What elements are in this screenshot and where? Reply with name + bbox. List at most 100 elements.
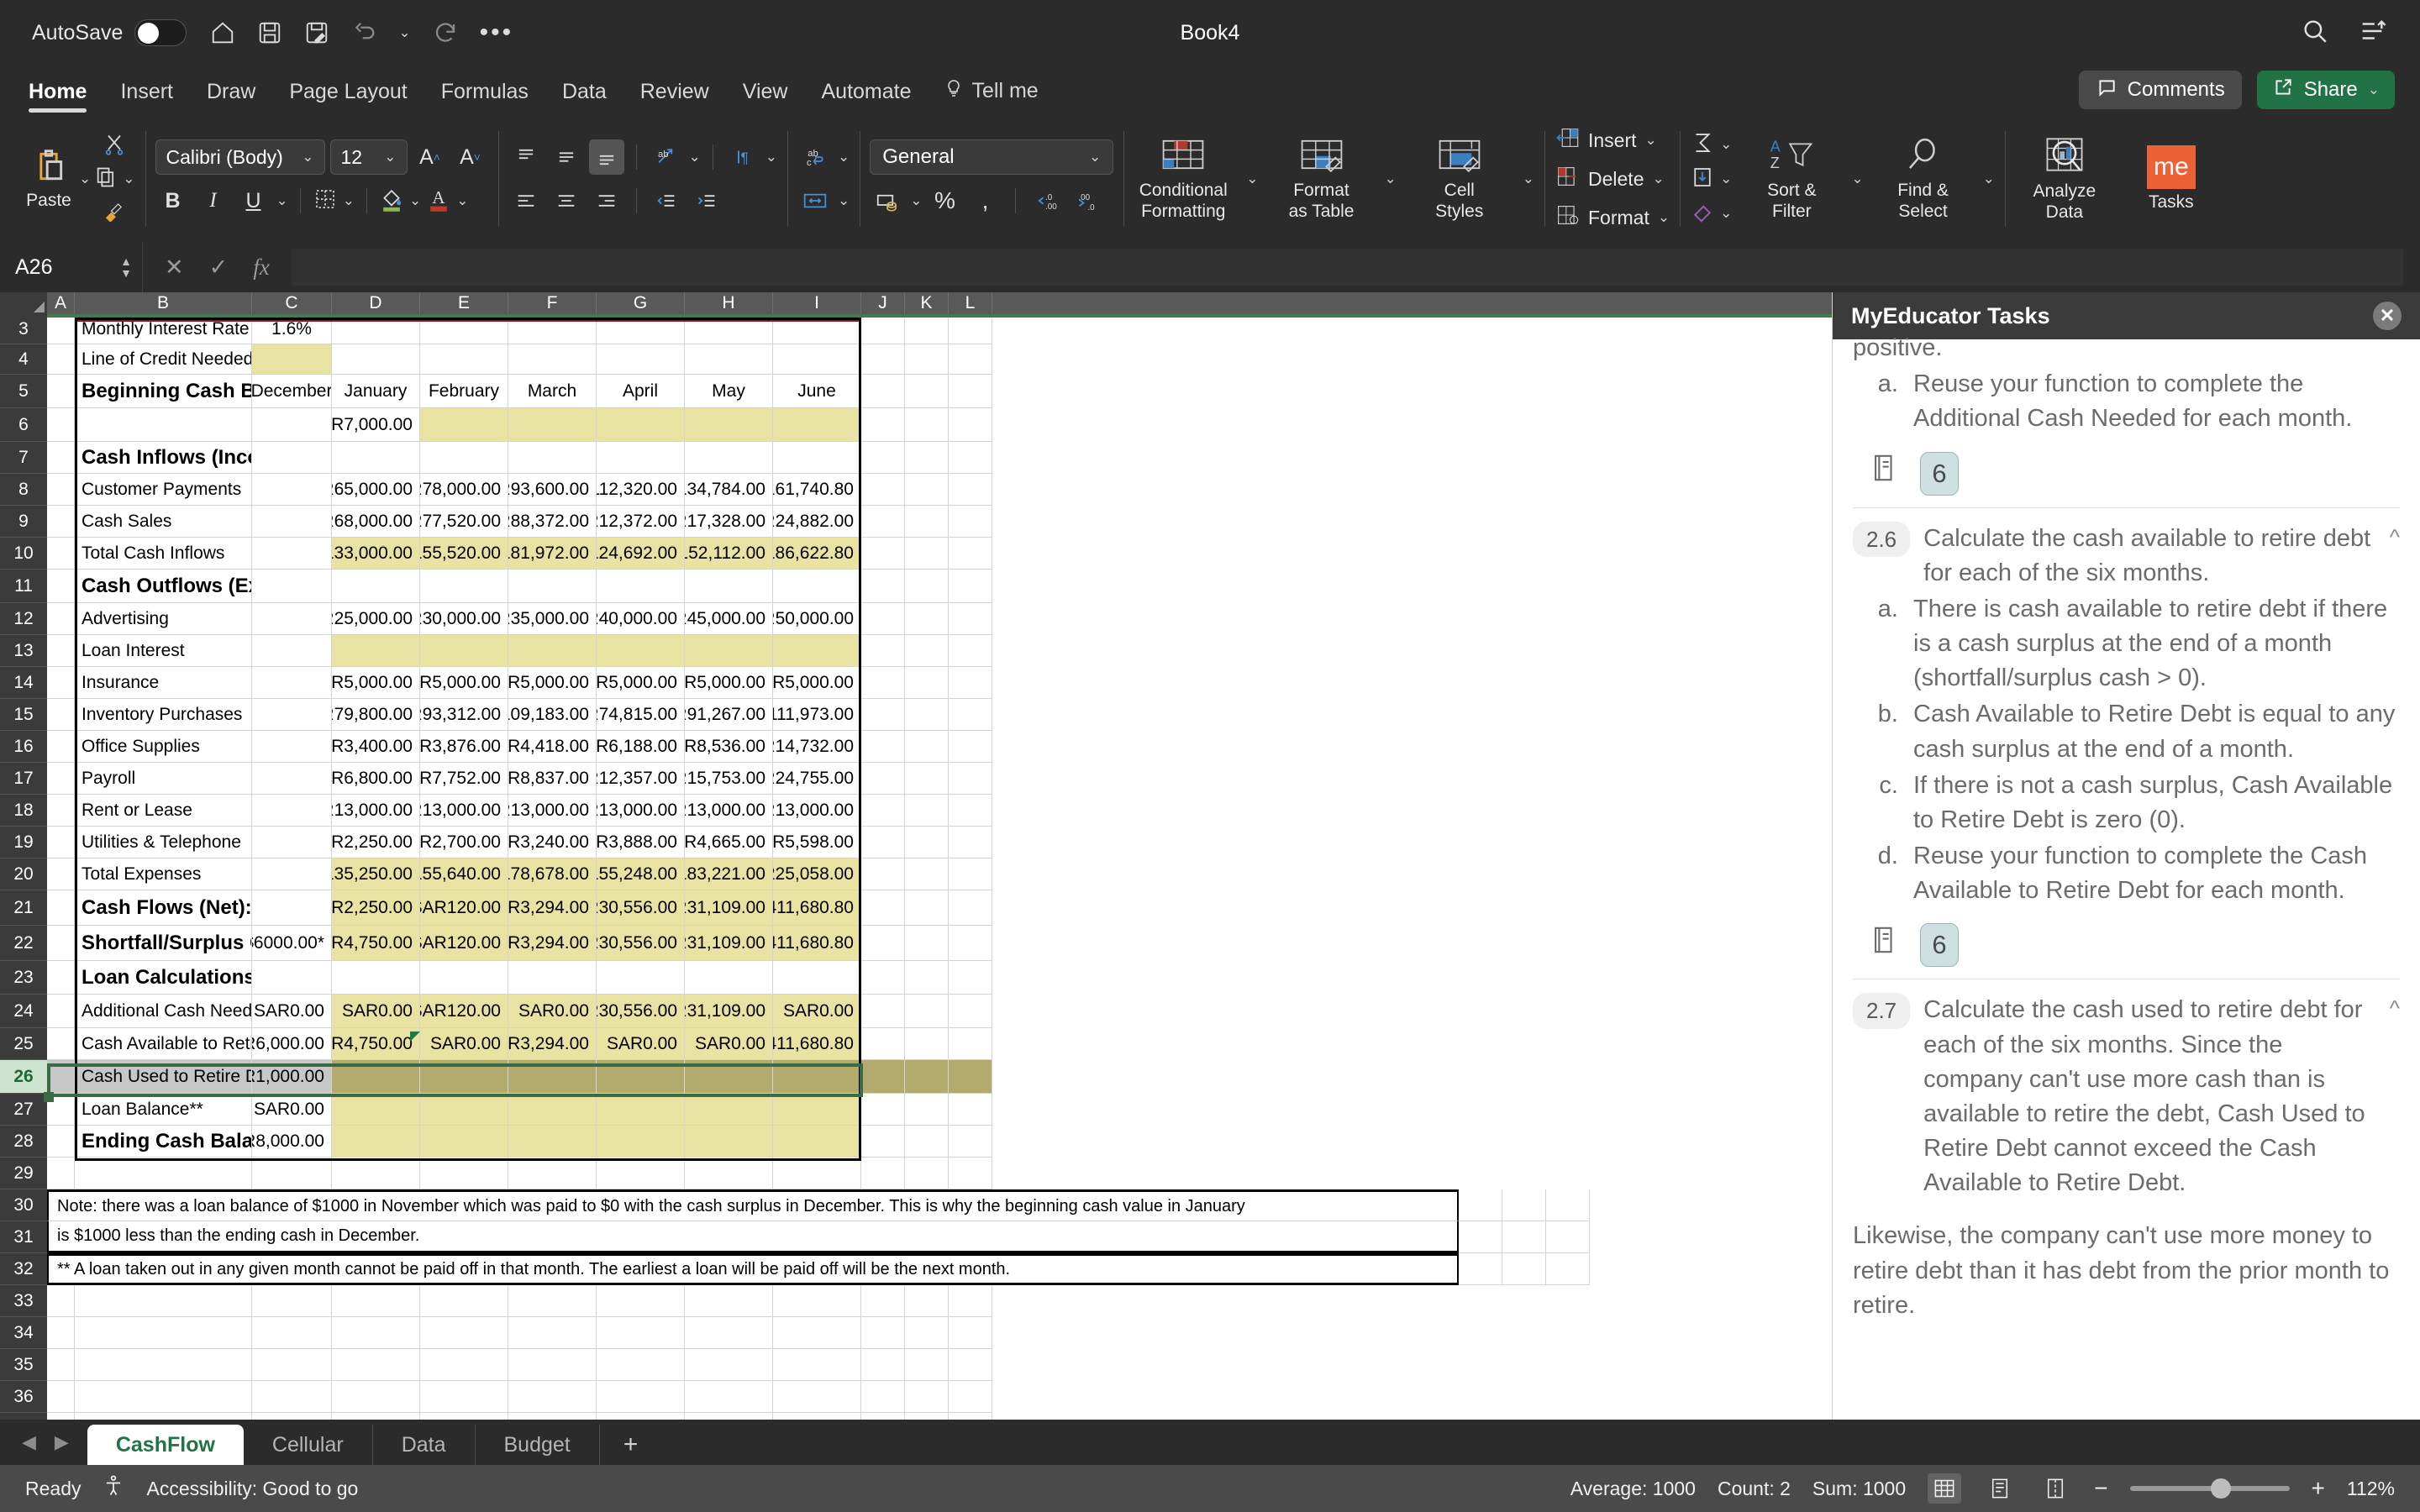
cell-empty[interactable] bbox=[1502, 1253, 1546, 1285]
clear-dropdown-icon[interactable]: ⌄ bbox=[1720, 205, 1732, 222]
cell-K11[interactable] bbox=[905, 570, 949, 603]
font-size-select[interactable]: 12 ⌄ bbox=[329, 139, 408, 175]
cell-H13[interactable] bbox=[685, 635, 773, 667]
fill-icon[interactable] bbox=[1690, 165, 1715, 193]
column-header-K[interactable]: K bbox=[905, 292, 949, 314]
cell-H27[interactable] bbox=[685, 1094, 773, 1126]
cell-empty[interactable] bbox=[597, 1285, 685, 1317]
cell-C9[interactable] bbox=[252, 506, 332, 538]
cut-icon[interactable] bbox=[103, 133, 126, 160]
column-header-I[interactable]: I bbox=[773, 292, 861, 314]
cell-J17[interactable] bbox=[861, 763, 905, 795]
tab-draw[interactable]: Draw bbox=[190, 80, 272, 116]
cell-E9[interactable]: SAR77,520.00 bbox=[420, 506, 508, 538]
cell-I5[interactable]: June bbox=[773, 375, 861, 408]
cell-J28[interactable] bbox=[861, 1126, 905, 1158]
cell-J26[interactable] bbox=[861, 1060, 905, 1094]
table-row[interactable]: Cash Sales SAR68,000.00SAR77,520.00SAR88,… bbox=[47, 506, 1590, 538]
cell-I19[interactable]: SAR5,598.00 bbox=[773, 827, 861, 858]
cell-E15[interactable]: SAR93,312.00 bbox=[420, 699, 508, 731]
column-header-L[interactable]: L bbox=[949, 292, 992, 314]
cell-G10[interactable]: SAR124,692.00 bbox=[597, 538, 685, 570]
cell-I12[interactable]: SAR50,000.00 bbox=[773, 603, 861, 635]
tab-page-layout[interactable]: Page Layout bbox=[272, 80, 424, 116]
cell-H12[interactable]: SAR45,000.00 bbox=[685, 603, 773, 635]
cell-empty[interactable] bbox=[1546, 1189, 1590, 1221]
cell-A24[interactable] bbox=[47, 995, 75, 1028]
row-header-18[interactable]: 18 bbox=[0, 795, 47, 827]
row-header-20[interactable]: 20 bbox=[0, 858, 47, 890]
cell-empty[interactable] bbox=[905, 1317, 949, 1349]
cell-empty[interactable] bbox=[252, 1349, 332, 1381]
row-header-27[interactable]: 27 bbox=[0, 1094, 47, 1126]
align-left-icon[interactable] bbox=[508, 183, 544, 218]
cell-J9[interactable] bbox=[861, 506, 905, 538]
cell-F15[interactable]: SAR109,183.00 bbox=[508, 699, 597, 731]
cell-G4[interactable] bbox=[597, 344, 685, 375]
cell-D10[interactable]: SAR133,000.00 bbox=[332, 538, 420, 570]
cell-I14[interactable]: SAR5,000.00 bbox=[773, 667, 861, 699]
column-header-G[interactable]: G bbox=[597, 292, 685, 314]
cell-H7[interactable] bbox=[685, 442, 773, 474]
zoom-in-button[interactable]: + bbox=[2312, 1475, 2325, 1502]
cell-C3[interactable]: 1.6% bbox=[252, 314, 332, 344]
table-row[interactable]: Loan Interest bbox=[47, 635, 1590, 667]
cell-C14[interactable] bbox=[252, 667, 332, 699]
cell-empty[interactable] bbox=[949, 1381, 992, 1413]
home-icon[interactable] bbox=[210, 20, 235, 45]
cell-C28[interactable]: SAR8,000.00 bbox=[252, 1126, 332, 1158]
cell-E26[interactable] bbox=[420, 1060, 508, 1094]
cell-F9[interactable]: SAR88,372.00 bbox=[508, 506, 597, 538]
column-header-B[interactable]: B bbox=[75, 292, 252, 314]
cell-K26[interactable] bbox=[905, 1060, 949, 1094]
cell-C27[interactable]: SAR0.00 bbox=[252, 1094, 332, 1126]
cell-C12[interactable] bbox=[252, 603, 332, 635]
cell-A8[interactable] bbox=[47, 474, 75, 506]
row-header-9[interactable]: 9 bbox=[0, 506, 47, 538]
table-row[interactable]: Total Cash Inflows SAR133,000.00SAR155,52… bbox=[47, 538, 1590, 570]
cell-J22[interactable] bbox=[861, 926, 905, 961]
cell-L22[interactable] bbox=[949, 926, 992, 961]
previous-sheet-icon[interactable]: ◀ bbox=[22, 1431, 36, 1453]
cell-K25[interactable] bbox=[905, 1028, 949, 1060]
cell-J8[interactable] bbox=[861, 474, 905, 506]
cell-D27[interactable] bbox=[332, 1094, 420, 1126]
row-header-14[interactable]: 14 bbox=[0, 667, 47, 699]
insert-dropdown-icon[interactable]: ⌄ bbox=[1645, 132, 1657, 149]
cell-B18[interactable]: Rent or Lease bbox=[75, 795, 252, 827]
tab-review[interactable]: Review bbox=[623, 80, 726, 116]
cell-G21[interactable]: -SAR30,556.00 bbox=[597, 890, 685, 926]
cell-G15[interactable]: SAR74,815.00 bbox=[597, 699, 685, 731]
delete-dropdown-icon[interactable]: ⌄ bbox=[1652, 171, 1664, 187]
cell-E23[interactable] bbox=[420, 961, 508, 995]
cell-empty[interactable] bbox=[75, 1285, 252, 1317]
cell-K10[interactable] bbox=[905, 538, 949, 570]
cell-F23[interactable] bbox=[508, 961, 597, 995]
cell-A26[interactable] bbox=[47, 1060, 75, 1094]
cell-empty[interactable] bbox=[1502, 1221, 1546, 1253]
cell-G28[interactable] bbox=[597, 1126, 685, 1158]
cell-empty[interactable] bbox=[508, 1285, 597, 1317]
cell-B13[interactable]: Loan Interest bbox=[75, 635, 252, 667]
autosum-icon[interactable] bbox=[1690, 131, 1715, 159]
cell-I23[interactable] bbox=[773, 961, 861, 995]
cell-B10[interactable]: Total Cash Inflows bbox=[75, 538, 252, 570]
cell-K5[interactable] bbox=[905, 375, 949, 408]
search-icon[interactable] bbox=[2301, 17, 2329, 50]
sheet-tab-cellular[interactable]: Cellular bbox=[244, 1425, 373, 1465]
cell-E5[interactable]: February bbox=[420, 375, 508, 408]
table-row[interactable] bbox=[47, 1381, 1590, 1413]
cell-empty[interactable] bbox=[332, 1381, 420, 1413]
cell-B24[interactable]: Additional Cash Needed bbox=[75, 995, 252, 1028]
cell-J19[interactable] bbox=[861, 827, 905, 858]
cell-E25[interactable]: SAR0.00 bbox=[420, 1028, 508, 1060]
cell-K15[interactable] bbox=[905, 699, 949, 731]
cell-H15[interactable]: SAR91,267.00 bbox=[685, 699, 773, 731]
task-27-header[interactable]: 2.7 Calculate the cash used to retire de… bbox=[1853, 979, 2400, 1200]
cell-D17[interactable]: SAR6,800.00 bbox=[332, 763, 420, 795]
cell-G24[interactable]: SAR30,556.00 bbox=[597, 995, 685, 1028]
cell-E19[interactable]: SAR2,700.00 bbox=[420, 827, 508, 858]
cell-empty[interactable] bbox=[949, 1317, 992, 1349]
align-center-icon[interactable] bbox=[549, 183, 584, 218]
cell-empty[interactable] bbox=[1502, 1189, 1546, 1221]
